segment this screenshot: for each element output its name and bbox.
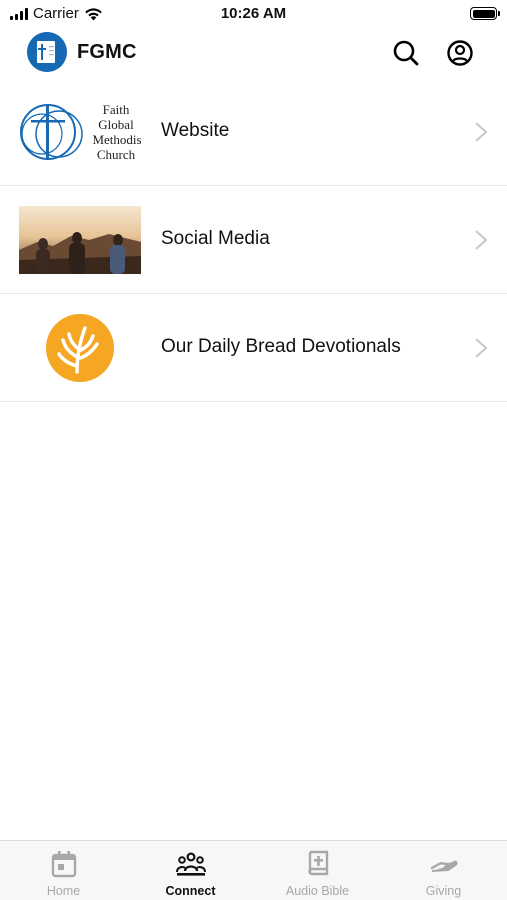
tab-bar: Home Connect Audio Bible Giving <box>0 840 507 900</box>
list-item-label: Website <box>161 120 230 141</box>
logo-text-line: Global <box>98 117 134 132</box>
account-circle-icon <box>447 40 473 66</box>
connect-list: Faith Global Methodis Church Website Soc… <box>0 78 507 402</box>
list-item-social-media[interactable]: Social Media <box>0 186 507 294</box>
tab-label: Giving <box>425 884 462 898</box>
list-item-label: Social Media <box>161 228 270 249</box>
social-media-thumbnail <box>19 206 141 274</box>
people-group-icon <box>175 852 206 876</box>
status-time: 10:26 AM <box>220 5 287 22</box>
list-item-our-daily-bread[interactable]: Our Daily Bread Devotionals <box>0 294 507 402</box>
people-at-sunset-photo <box>19 206 141 274</box>
status-bar: Carrier 10:26 AM <box>0 0 507 28</box>
tab-home[interactable]: Home <box>0 841 127 900</box>
logo-text-line: Church <box>97 147 136 162</box>
tab-label: Audio Bible <box>285 884 350 898</box>
account-button[interactable] <box>445 38 475 68</box>
chevron-right-icon <box>475 122 488 142</box>
list-item-website[interactable]: Faith Global Methodis Church Website <box>0 78 507 186</box>
logo-text-line: Faith <box>103 102 130 117</box>
faith-global-methodist-church-logo: Faith Global Methodis Church <box>20 102 141 162</box>
tab-giving[interactable]: Giving <box>380 841 507 900</box>
website-thumbnail: Faith Global Methodis Church <box>19 98 141 166</box>
list-item-label: Our Daily Bread Devotionals <box>161 336 401 357</box>
church-logo-icon <box>27 32 67 72</box>
search-button[interactable] <box>391 38 421 68</box>
bible-icon <box>307 850 328 876</box>
tab-connect[interactable]: Connect <box>127 841 254 900</box>
chevron-right-icon <box>475 230 488 250</box>
tab-audio-bible[interactable]: Audio Bible <box>254 841 381 900</box>
tab-label: Home <box>46 884 81 898</box>
our-daily-bread-wheat-logo <box>19 314 141 382</box>
our-daily-bread-thumbnail <box>19 314 141 382</box>
app-header: FGMC <box>0 28 507 78</box>
app-logo <box>27 32 67 72</box>
logo-text-line: Methodis <box>92 132 141 147</box>
hand-giving-icon <box>430 860 458 872</box>
calendar-icon <box>51 851 76 878</box>
battery-icon <box>470 7 500 20</box>
chevron-right-icon <box>475 338 488 358</box>
tab-label: Connect <box>165 884 216 898</box>
search-icon <box>393 40 419 66</box>
app-title: FGMC <box>77 41 137 63</box>
